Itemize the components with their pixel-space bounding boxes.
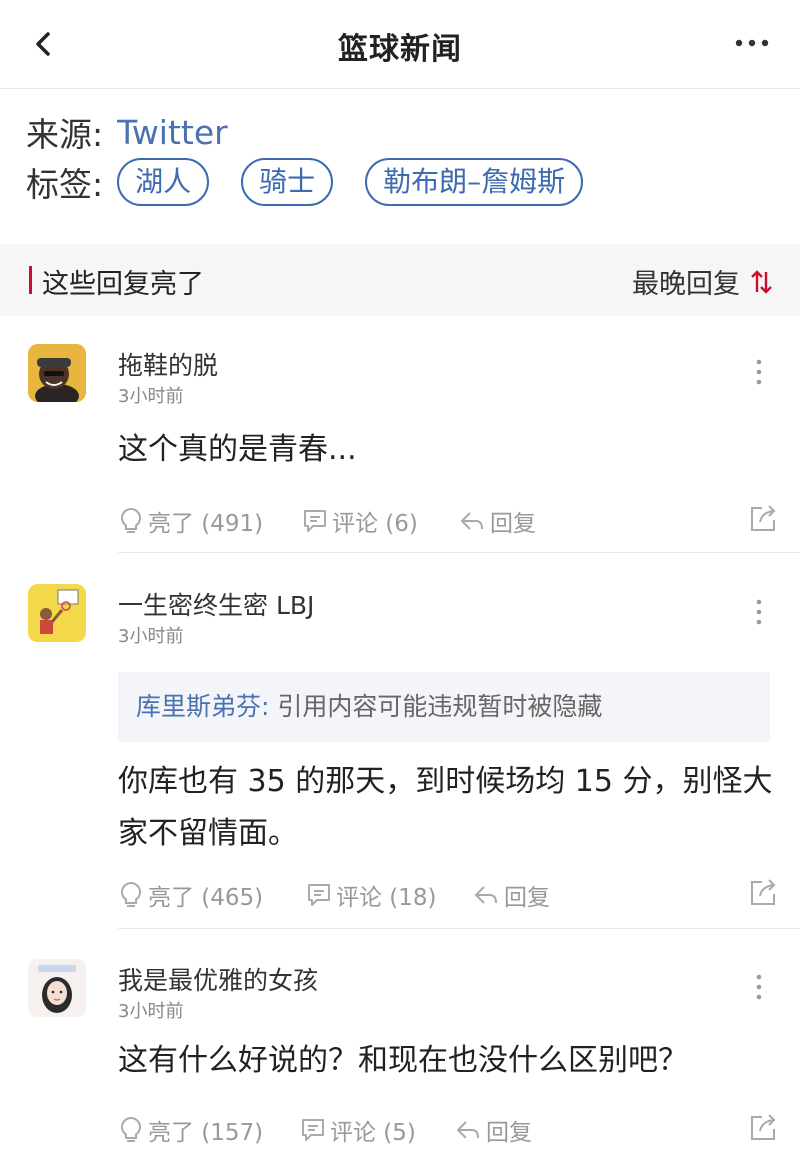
sort-label: 最晚回复 [632,269,740,300]
comment-text: 这有什么好说的？和现在也没什么区别吧？ [118,1043,688,1078]
reply-label: 回复 [486,1120,532,1146]
source-label: 来源: [26,115,104,154]
share-icon[interactable] [748,1111,778,1143]
comment-time: 3小时前 [118,386,184,407]
comment-count: 评论 (5) [330,1120,416,1146]
like-count: 亮了 (157) [148,1120,264,1146]
source-row: 来源: Twitter [26,108,228,156]
comment-count: 评论 (18) [336,885,437,911]
like-button[interactable]: 亮了 (491) [118,504,263,538]
tag-lebron-james[interactable]: 勒布朗–詹姆斯 [365,158,584,206]
sort-button[interactable]: 最晚回复 [632,262,772,301]
more-vertical-icon[interactable] [754,358,764,386]
comment-time: 3小时前 [118,626,184,647]
like-count: 亮了 (491) [148,511,264,537]
comment-actions: 亮了 (491) 评论 (6) 回复 [118,504,778,540]
lightbulb-icon [120,881,142,907]
like-count: 亮了 (465) [148,885,264,911]
tags-label: 标签: [26,165,104,204]
more-vertical-icon[interactable] [754,973,764,1001]
reply-button[interactable]: 回复 [472,878,550,912]
username[interactable]: 一生密终生密 LBJ [118,586,314,622]
nav-bar: 篮球新闻 [0,0,800,89]
tags-row: 标签: 湖人 骑士 勒布朗–詹姆斯 [26,158,615,206]
avatar[interactable] [28,344,86,402]
comment-actions: 亮了 (157) 评论 (5) 回复 [118,1113,778,1149]
comment-time: 3小时前 [118,1001,184,1022]
share-icon[interactable] [748,876,778,908]
comment-text: 你库也有 35 的那天，到时候场均 15 分，别怪大家不留情面。 [118,764,773,851]
sort-arrows-icon [751,269,772,294]
comment-bubble-icon [308,884,330,906]
share-icon[interactable] [748,502,778,534]
quoted-reply: 库里斯弟芬: 引用内容可能违规暂时被隐藏 [118,672,770,742]
comment-button[interactable]: 评论 (6) [302,504,418,538]
tag-cavaliers[interactable]: 骑士 [241,158,334,206]
username[interactable]: 我是最优雅的女孩 [118,961,318,997]
avatar[interactable] [28,584,86,642]
comment-count: 评论 (6) [332,511,418,537]
comment-actions: 亮了 (465) 评论 (18) 回复 [118,878,778,914]
comment-bubble-icon [304,510,326,532]
reply-label: 回复 [504,885,550,911]
like-button[interactable]: 亮了 (157) [118,1113,263,1147]
avatar[interactable] [28,959,86,1017]
reply-label: 回复 [490,511,536,537]
comment-bubble-icon [302,1119,324,1141]
lightbulb-icon [120,507,142,533]
username[interactable]: 拖鞋的脱 [118,346,218,382]
reply-arrow-icon [457,1121,479,1139]
quote-author[interactable]: 库里斯弟芬: [136,692,269,721]
more-horizontal-icon[interactable] [734,28,770,58]
comment-text: 这个真的是青春... [118,432,357,467]
more-vertical-icon[interactable] [754,598,764,626]
section-header: 这些回复亮了 最晚回复 [0,244,800,316]
comment-button[interactable]: 评论 (5) [300,1113,416,1147]
like-button[interactable]: 亮了 (465) [118,878,263,912]
reply-arrow-icon [461,512,483,530]
section-title: 这些回复亮了 [42,269,204,300]
section-accent-bar [29,266,32,294]
reply-arrow-icon [475,886,497,904]
tag-lakers[interactable]: 湖人 [117,158,210,206]
page-title: 篮球新闻 [338,32,462,67]
lightbulb-icon [120,1116,142,1142]
source-link[interactable]: Twitter [117,113,228,152]
divider [118,928,800,929]
divider [118,552,800,553]
quote-text: 引用内容可能违规暂时被隐藏 [269,692,603,721]
reply-button[interactable]: 回复 [458,504,536,538]
comment-button[interactable]: 评论 (18) [306,878,437,912]
reply-button[interactable]: 回复 [454,1113,532,1147]
